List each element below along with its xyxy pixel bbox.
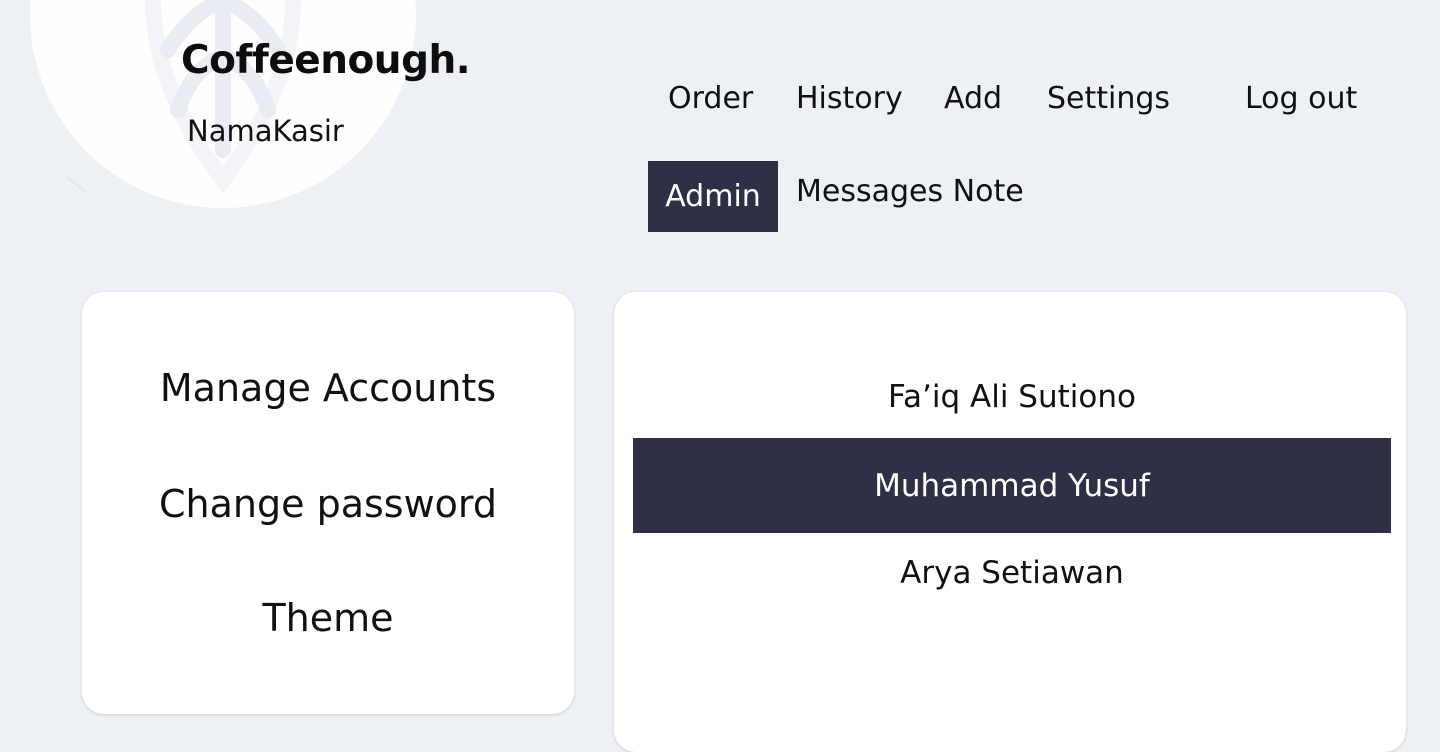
manage-accounts-button[interactable]: Manage Accounts [82,366,574,412]
nav-admin[interactable]: Admin [648,161,778,232]
settings-menu-card: Manage Accounts Change password Theme [82,292,574,714]
coffee-leaf-logo-icon [30,0,416,208]
accounts-list-card: Fa’iq Ali Sutiono Muhammad Yusuf Arya Se… [614,292,1406,752]
account-row-faiq[interactable]: Fa’iq Ali Sutiono [633,349,1391,444]
cashier-name: NamaKasir [187,114,344,148]
account-row-arya[interactable]: Arya Setiawan [633,525,1391,620]
account-row-muhammad-yusuf[interactable]: Muhammad Yusuf [633,438,1391,533]
nav-add[interactable]: Add [944,81,1002,117]
nav-messages-note[interactable]: Messages Note [796,174,1024,210]
nav-settings[interactable]: Settings [1047,81,1170,117]
theme-button[interactable]: Theme [82,596,574,642]
nav-history[interactable]: History [796,81,903,117]
logout-button[interactable]: Log out [1245,81,1357,117]
change-password-button[interactable]: Change password [82,482,574,528]
nav-order[interactable]: Order [668,81,753,117]
app-brand-title: Coffeenough. [181,38,471,83]
